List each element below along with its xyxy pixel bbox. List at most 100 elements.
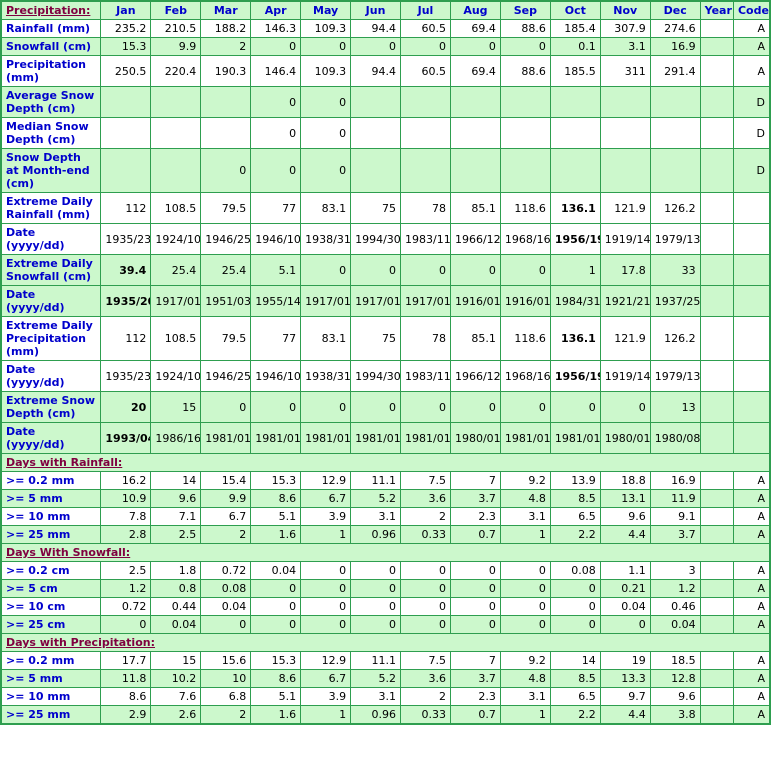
column-header-jan: Jan <box>100 0 152 20</box>
data-cell: 0 <box>350 597 402 616</box>
data-cell: 1935/23 <box>100 223 152 255</box>
data-cell: 1917/01+ <box>300 285 352 317</box>
row-label: >= 0.2 mm <box>0 471 102 490</box>
table-row: >= 0.2 mm 16.2 14 15.4 15.3 12.9 11.1 7.5 7 9.2 13… <box>0 471 771 490</box>
data-cell-code <box>732 192 771 224</box>
table-row: Precipitation (mm) 250.5 220.4 190.3 146.4 10… <box>0 55 771 87</box>
data-cell: 118.6 <box>499 316 551 361</box>
data-cell: 3.9 <box>300 507 352 526</box>
data-cell: 1924/10 <box>150 360 202 392</box>
data-cell: 1951/03 <box>200 285 252 317</box>
data-cell: 291.4 <box>649 55 701 87</box>
data-cell <box>100 117 152 149</box>
data-cell: 0 <box>300 579 352 598</box>
row-label: Snow Depth at Month-end (cm) <box>0 148 102 193</box>
table-row: Rainfall (mm) 235.2 210.5 188.2 146.3 109.3 94… <box>0 19 771 38</box>
data-cell: 0 <box>549 579 601 598</box>
data-cell: 136.1 <box>549 192 601 224</box>
data-cell: 88.6 <box>499 55 551 87</box>
data-cell: 11.8 <box>100 669 152 688</box>
data-cell: 14 <box>150 471 202 490</box>
data-cell <box>449 117 501 149</box>
data-cell: 121.9 <box>599 192 651 224</box>
data-cell <box>699 669 734 688</box>
data-cell: 1956/19 <box>549 360 601 392</box>
row-label: >= 5 mm <box>0 489 102 508</box>
table-row: Extreme Daily Rainfall (mm) 112 108.5 79.5 7… <box>0 192 771 224</box>
data-cell: 3.1 <box>499 507 551 526</box>
data-cell <box>699 360 734 392</box>
data-cell: 1984/31+ <box>549 285 601 317</box>
data-cell: 85.1 <box>449 316 501 361</box>
data-cell <box>400 148 451 193</box>
data-cell: 0 <box>350 391 402 423</box>
data-cell: 1917/01+ <box>350 285 402 317</box>
data-cell: 0 <box>350 615 402 634</box>
table-row: Extreme Daily Snowfall (cm) 39.4 25.4 25.4 5… <box>0 254 771 286</box>
row-label: Extreme Daily Precipitation (mm) <box>0 316 102 361</box>
data-cell: 1924/10 <box>150 223 202 255</box>
data-cell: 0 <box>300 37 352 56</box>
data-cell: 1917/01+ <box>400 285 451 317</box>
data-cell: 1979/13 <box>649 360 701 392</box>
data-cell <box>699 285 734 317</box>
data-cell: 250.5 <box>100 55 152 87</box>
data-cell: 1946/10 <box>250 360 302 392</box>
data-cell <box>699 579 734 598</box>
data-cell: 1917/01 <box>150 285 202 317</box>
data-cell-code: A <box>732 597 771 616</box>
data-cell: 8.6 <box>250 669 302 688</box>
data-cell: 1 <box>300 525 352 544</box>
data-cell: 2 <box>200 525 252 544</box>
data-cell: 6.5 <box>549 687 601 706</box>
row-label: Snowfall (cm) <box>0 37 102 56</box>
table-row: Extreme Snow Depth (cm) 20 15 0 0 0 0 0 0 0 0 0 13 <box>0 391 771 423</box>
data-cell: 220.4 <box>150 55 202 87</box>
data-cell: 15.4 <box>200 471 252 490</box>
data-cell: 185.4 <box>549 19 601 38</box>
data-cell <box>699 615 734 634</box>
data-cell: 13.1 <box>599 489 651 508</box>
data-cell: 8.5 <box>549 669 601 688</box>
data-cell: 0 <box>499 254 551 286</box>
data-cell: 0.04 <box>649 615 701 634</box>
data-cell: 1.2 <box>649 579 701 598</box>
data-cell: 17.8 <box>599 254 651 286</box>
data-cell: 3.1 <box>350 687 402 706</box>
data-cell: 0 <box>250 391 302 423</box>
data-cell: 0 <box>599 391 651 423</box>
data-cell: 1955/14 <box>250 285 302 317</box>
data-cell: 1919/14 <box>599 360 651 392</box>
data-cell: 0 <box>350 254 402 286</box>
data-cell: 0 <box>300 597 352 616</box>
data-cell: 7.5 <box>400 651 451 670</box>
data-cell: 9.7 <box>599 687 651 706</box>
data-cell: 0.1 <box>549 37 601 56</box>
data-cell: 1983/11 <box>400 360 451 392</box>
data-cell: 2 <box>400 507 451 526</box>
data-cell <box>699 148 734 193</box>
data-cell: 112 <box>100 192 152 224</box>
data-cell <box>549 148 601 193</box>
data-cell: 1946/25 <box>200 360 252 392</box>
data-cell: 2 <box>400 687 451 706</box>
data-cell: 0 <box>499 391 551 423</box>
data-cell: 0.33 <box>400 705 451 725</box>
data-cell: 0.44 <box>150 597 202 616</box>
data-cell-code <box>732 254 771 286</box>
data-cell: 79.5 <box>200 192 252 224</box>
data-cell: 1921/21 <box>599 285 651 317</box>
data-cell: 60.5 <box>400 55 451 87</box>
data-cell-code: D <box>732 148 771 193</box>
data-cell <box>599 117 651 149</box>
table-row: Snowfall (cm) 15.3 9.9 2 0 0 0 0 0 0 0.1 3.1 16.9 A <box>0 37 771 56</box>
data-cell-code: A <box>732 525 771 544</box>
table-row: Date (yyyy/dd)1993/041986/16+1981/01+198… <box>0 422 771 454</box>
data-cell: 75 <box>350 192 402 224</box>
data-cell: 2.9 <box>100 705 152 725</box>
data-cell <box>699 422 734 454</box>
data-cell: 108.5 <box>150 316 202 361</box>
table-row: >= 0.2 cm 2.5 1.8 0.72 0.04 0 0 0 0 0 0.08 1.1 3 A <box>0 561 771 580</box>
column-header-code: Code <box>732 0 771 20</box>
data-cell <box>649 148 701 193</box>
